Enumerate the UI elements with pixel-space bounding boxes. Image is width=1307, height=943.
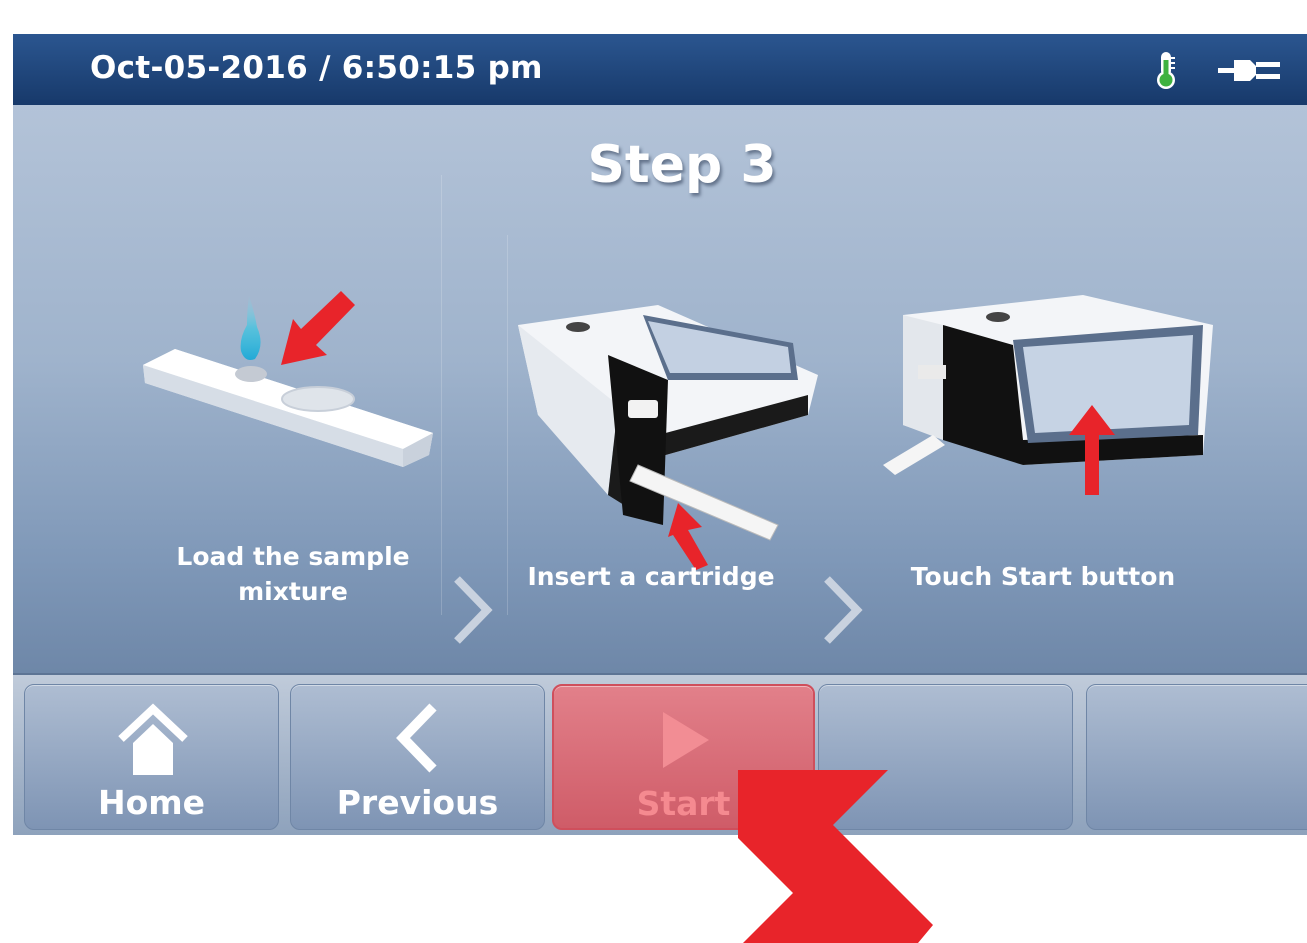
home-icon [118, 703, 188, 775]
previous-label: Previous [336, 783, 499, 822]
cartridge-insertion-illustration [518, 305, 818, 570]
step-caption-touch-start: Touch Start button [910, 562, 1176, 591]
datetime-display: Oct-05-2016 / 6:50:15 pm [90, 50, 543, 86]
sample-strip-illustration [143, 291, 433, 467]
pointer-arrow-icon [738, 770, 933, 943]
home-button[interactable]: Home [24, 684, 279, 830]
step-caption-insert-cartridge: Insert a cartridge [527, 562, 775, 591]
power-plug-icon [1218, 60, 1280, 81]
previous-button[interactable]: Previous [290, 684, 545, 830]
instruction-panel: Step 3 Load the sample mixture Insert a … [13, 105, 1307, 673]
step-title: Step 3 [587, 135, 777, 195]
device-screen: Oct-05-2016 / 6:50:15 pm Step 3 Load the… [13, 34, 1307, 835]
bottom-toolbar: Home Previous Start [13, 673, 1307, 835]
home-label: Home [97, 783, 206, 822]
touchscreen-illustration [883, 295, 1213, 495]
chevron-right-icon [824, 576, 863, 644]
chevron-right-icon [454, 576, 493, 644]
thermometer-icon [1157, 52, 1175, 89]
chevron-left-icon [396, 703, 437, 773]
step-caption-load-sample: Load the sample mixture [176, 542, 410, 606]
empty-toolbar-button [1086, 684, 1307, 830]
status-bar: Oct-05-2016 / 6:50:15 pm [13, 34, 1307, 105]
play-icon [663, 712, 709, 768]
